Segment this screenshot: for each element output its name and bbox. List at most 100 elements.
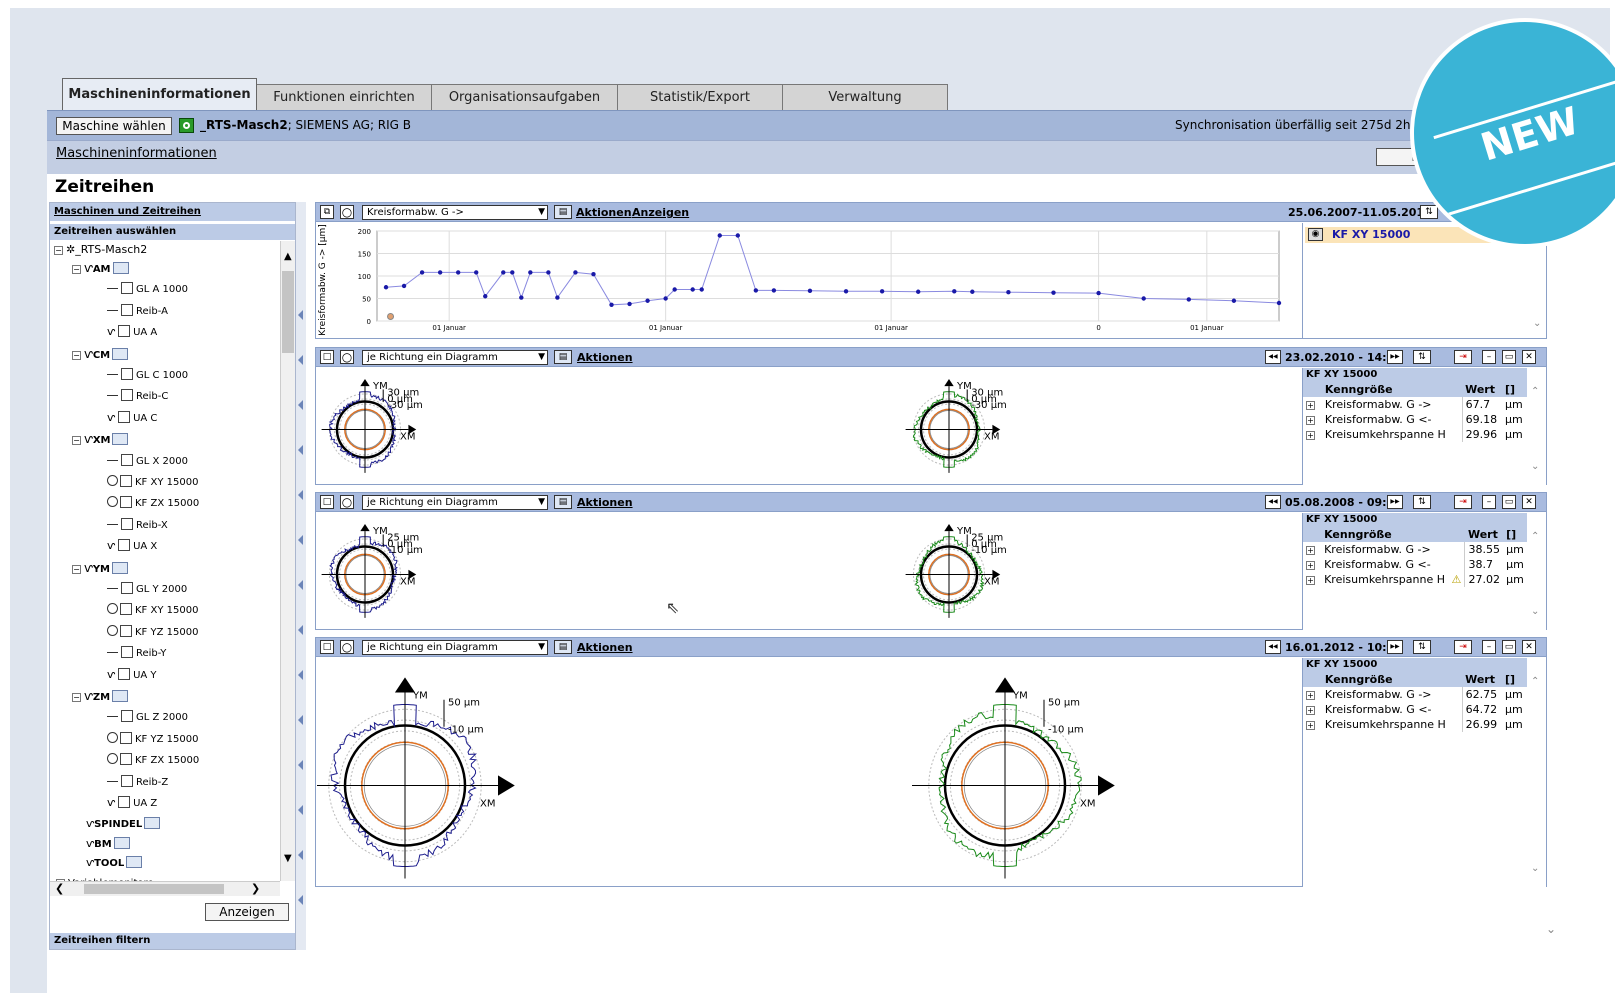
window-icon[interactable]: ⧉ bbox=[320, 205, 334, 219]
tree-item[interactable]: ⱱ UA C bbox=[107, 409, 157, 427]
tree-item[interactable]: ⱱ UA X bbox=[107, 537, 157, 555]
tree-item[interactable]: Reib-C bbox=[107, 387, 168, 405]
tree-item[interactable]: KF YZ 15000 bbox=[107, 730, 198, 748]
maximize-icon[interactable]: ▭ bbox=[1502, 350, 1516, 364]
expand-icon[interactable]: + bbox=[1306, 416, 1315, 425]
scroll-thumb[interactable] bbox=[282, 271, 294, 353]
tab-maschineninformationen[interactable]: Maschineninformationen bbox=[62, 78, 257, 111]
prev-icon[interactable]: ◀◀ bbox=[1265, 495, 1281, 509]
tree-group[interactable]: − ⱱYM bbox=[72, 559, 129, 577]
table-scroll-down-icon[interactable]: ⌄ bbox=[1531, 461, 1539, 472]
hscroll-thumb[interactable] bbox=[84, 884, 224, 894]
checkbox[interactable] bbox=[121, 303, 133, 316]
sort-icon[interactable]: ⇅ bbox=[1413, 350, 1431, 364]
export-icon[interactable]: ⇥ bbox=[1454, 495, 1472, 509]
data-point[interactable] bbox=[1096, 290, 1101, 296]
tree-vertical-scrollbar[interactable]: ▲ ▼ bbox=[280, 241, 295, 881]
data-point[interactable] bbox=[555, 295, 560, 300]
filter-header[interactable]: Zeitreihen filtern bbox=[50, 933, 295, 949]
scroll-left-icon[interactable]: ❮ bbox=[55, 882, 64, 895]
tab-statistik[interactable]: Statistik/Export bbox=[617, 84, 783, 111]
tree-group[interactable]: − ⱱCM bbox=[72, 345, 129, 363]
data-point[interactable] bbox=[591, 272, 596, 277]
next-icon[interactable]: ▶▶ bbox=[1387, 495, 1403, 509]
folder-icon[interactable] bbox=[144, 817, 161, 830]
checkbox[interactable] bbox=[121, 368, 133, 380]
collapse-icon[interactable]: − bbox=[72, 564, 81, 574]
expand-icon[interactable]: + bbox=[1306, 431, 1315, 440]
data-point[interactable] bbox=[483, 294, 488, 299]
expand-icon[interactable]: + bbox=[1306, 691, 1315, 700]
scroll-down-icon[interactable]: ▼ bbox=[284, 853, 292, 864]
folder-icon[interactable] bbox=[112, 690, 129, 702]
actions-link[interactable]: Aktionen bbox=[577, 496, 633, 509]
data-point[interactable] bbox=[573, 270, 578, 275]
tab-organisation[interactable]: Organisationsaufgaben bbox=[431, 84, 618, 111]
tab-funktionen[interactable]: Funktionen einrichten bbox=[256, 84, 432, 111]
checkbox[interactable] bbox=[121, 646, 133, 659]
data-point[interactable] bbox=[1231, 298, 1237, 303]
data-point[interactable] bbox=[672, 287, 677, 292]
circle-icon[interactable]: ○ bbox=[340, 495, 354, 509]
collapse-icon[interactable]: − bbox=[72, 436, 81, 446]
data-point[interactable] bbox=[528, 270, 533, 275]
folder-icon[interactable] bbox=[126, 856, 143, 869]
data-point[interactable] bbox=[843, 289, 849, 294]
tree-group[interactable]: − ⱱZM bbox=[72, 687, 129, 705]
show-link[interactable]: Anzeigen bbox=[632, 206, 689, 219]
checkbox[interactable] bbox=[121, 517, 133, 530]
sort-icon[interactable]: ⇅ bbox=[1413, 495, 1431, 509]
folder-icon[interactable]: ▤ bbox=[554, 350, 572, 364]
checkbox[interactable] bbox=[121, 282, 133, 295]
minimize-icon[interactable]: – bbox=[1482, 640, 1496, 654]
minimize-icon[interactable]: – bbox=[1482, 350, 1496, 364]
sort-icon[interactable]: ⇅ bbox=[1420, 205, 1438, 219]
maximize-icon[interactable]: ▭ bbox=[1502, 640, 1516, 654]
panel-splitter[interactable] bbox=[296, 202, 306, 950]
folder-icon[interactable]: ▤ bbox=[554, 495, 572, 509]
data-point[interactable] bbox=[501, 270, 506, 275]
circle-icon[interactable]: ○ bbox=[340, 350, 354, 364]
tree-item[interactable]: ⱱ UA Z bbox=[107, 794, 157, 812]
data-point[interactable] bbox=[735, 233, 740, 238]
table-row[interactable]: + Kreisformabw. G <- 38.7 µm bbox=[1303, 557, 1527, 572]
tree-item[interactable]: Reib-A bbox=[107, 302, 168, 320]
folder-icon[interactable]: ▤ bbox=[554, 640, 572, 654]
table-scroll-down-icon[interactable]: ⌄ bbox=[1531, 863, 1539, 874]
data-point[interactable] bbox=[699, 287, 704, 292]
sort-icon[interactable]: ⇅ bbox=[1413, 640, 1431, 654]
table-scroll-down-icon[interactable]: ⌄ bbox=[1531, 606, 1539, 617]
prev-icon[interactable]: ◀◀ bbox=[1265, 640, 1281, 654]
maximize-icon[interactable]: ▭ bbox=[1502, 495, 1516, 509]
data-point[interactable] bbox=[437, 270, 443, 275]
collapse-icon[interactable]: − bbox=[72, 265, 81, 274]
tree-group[interactable]: − ⱱXM bbox=[72, 430, 129, 448]
tree-item[interactable]: GL X 2000 bbox=[107, 452, 188, 470]
tree-group[interactable]: ⱱBM bbox=[86, 835, 130, 853]
table-row[interactable]: + Kreisformabw. G <- 64.72 µm bbox=[1303, 702, 1527, 717]
collapse-icon[interactable]: − bbox=[72, 350, 81, 360]
folder-icon[interactable] bbox=[113, 836, 130, 849]
checkbox[interactable] bbox=[121, 710, 133, 723]
checkbox[interactable] bbox=[120, 731, 132, 744]
expand-icon[interactable]: + bbox=[1306, 546, 1315, 555]
tree-item[interactable]: KF ZX 15000 bbox=[107, 494, 199, 512]
data-point[interactable] bbox=[510, 270, 515, 275]
data-point[interactable] bbox=[690, 287, 695, 292]
folder-icon[interactable] bbox=[112, 262, 129, 274]
checkbox[interactable] bbox=[120, 624, 132, 637]
data-point[interactable] bbox=[753, 288, 759, 293]
tree-group[interactable]: ⱱSPINDEL bbox=[86, 815, 161, 833]
expand-icon[interactable]: + bbox=[1306, 561, 1315, 570]
checkbox[interactable] bbox=[118, 539, 131, 552]
select-machine-button[interactable]: Maschine wählen bbox=[56, 117, 172, 135]
left-panel-header[interactable]: Maschinen und Zeitreihen bbox=[50, 203, 295, 221]
collapse-icon[interactable]: − bbox=[54, 246, 63, 255]
data-point[interactable] bbox=[970, 289, 975, 294]
diagram-select[interactable]: je Richtung ein Diagramm ▼ bbox=[362, 350, 548, 365]
prev-icon[interactable]: ◀◀ bbox=[1265, 350, 1281, 364]
close-icon[interactable]: ✕ bbox=[1522, 350, 1536, 364]
eye-icon[interactable]: ◉ bbox=[1308, 228, 1323, 241]
expand-icon[interactable]: + bbox=[1306, 401, 1315, 410]
tree-root[interactable]: − ✲_RTS-Masch2 bbox=[54, 241, 147, 259]
